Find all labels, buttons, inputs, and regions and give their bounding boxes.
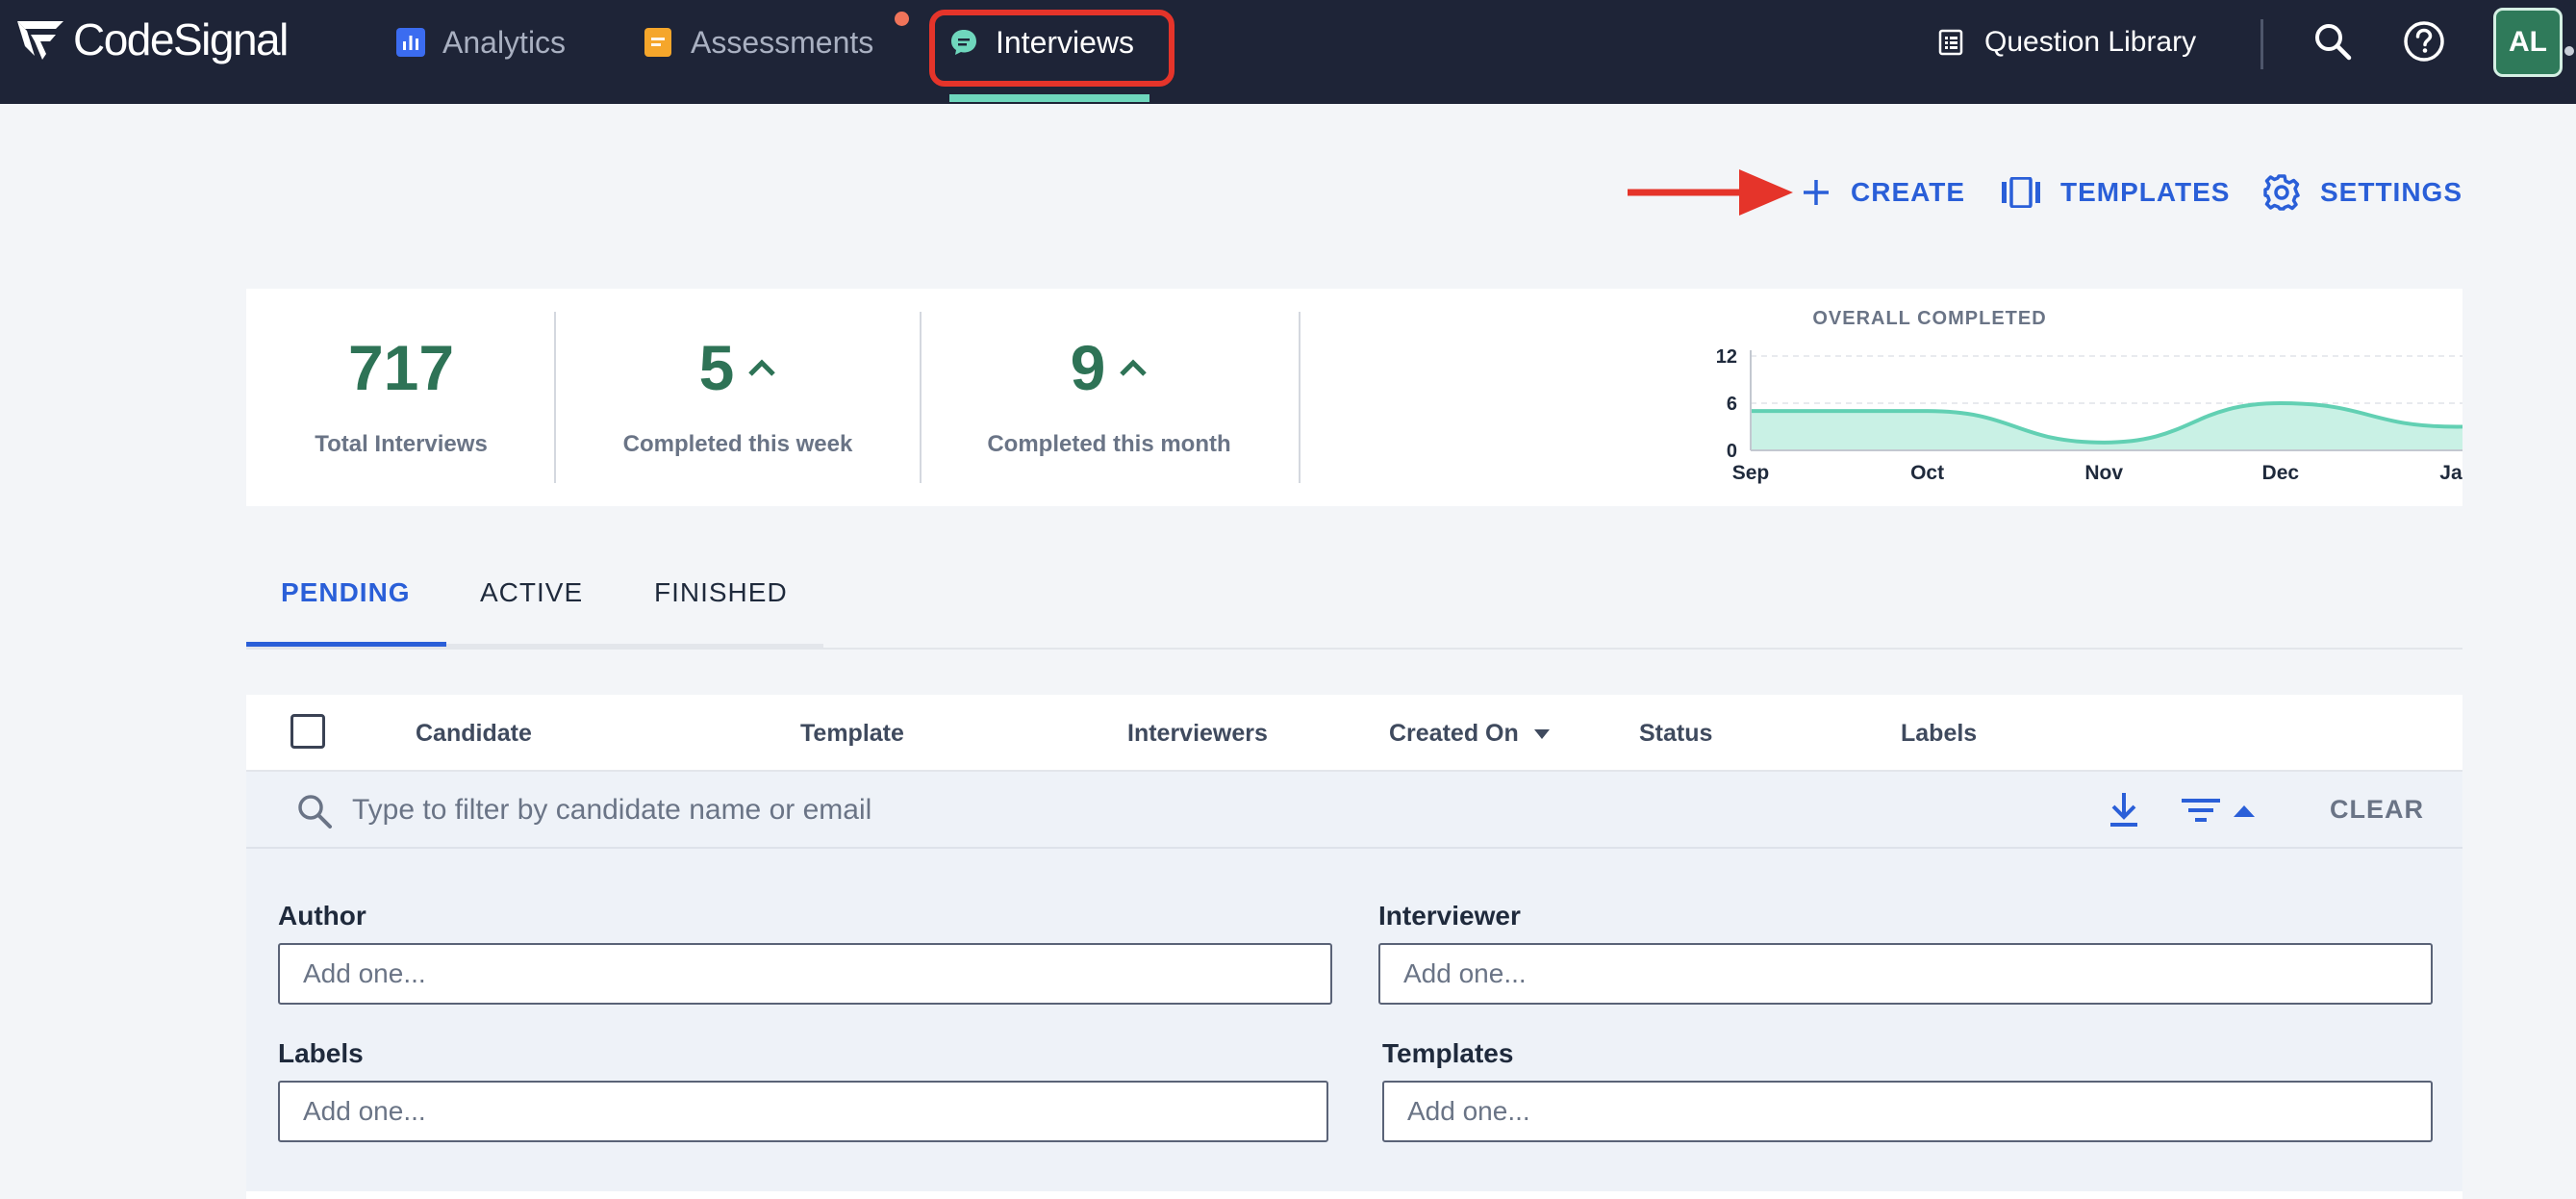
- author-input[interactable]: [278, 943, 1332, 1005]
- active-tab-indicator: [246, 642, 446, 647]
- interviewer-input[interactable]: [1378, 943, 2433, 1005]
- select-all-checkbox[interactable]: [290, 714, 325, 749]
- trend-up-icon: [1120, 359, 1148, 376]
- create-button[interactable]: CREATE: [1801, 169, 1965, 216]
- interviewer-label: Interviewer: [1378, 901, 1521, 931]
- settings-button[interactable]: SETTINGS: [2262, 169, 2462, 216]
- tab-pending[interactable]: PENDING: [281, 577, 411, 620]
- sort-down-icon: [1533, 728, 1550, 739]
- stat-completed-month: 9 Completed this month: [920, 289, 1299, 506]
- stat-value: 5: [698, 332, 735, 403]
- nav-assessments[interactable]: Assessments: [644, 0, 873, 85]
- column-label: Interviewers: [1127, 720, 1268, 747]
- avatar-status-dot: [2564, 46, 2574, 56]
- stat-label: Completed this month: [987, 431, 1231, 457]
- stat-divider: [1299, 312, 1301, 483]
- red-arrow-annotation: [1628, 169, 1793, 216]
- labels-input[interactable]: [278, 1081, 1328, 1142]
- filter-panel: CLEAR Author Interviewer Labels Template…: [246, 772, 2462, 1199]
- labels-label: Labels: [278, 1038, 364, 1068]
- tab-active[interactable]: ACTIVE: [480, 577, 583, 620]
- question-library-link[interactable]: Question Library: [1938, 0, 2196, 85]
- note-icon: [644, 28, 671, 57]
- nav-analytics[interactable]: Analytics: [396, 0, 566, 85]
- chart-y-tick-label: 12: [1716, 346, 1737, 368]
- templates-button[interactable]: TEMPLATES: [2001, 169, 2230, 216]
- table-header: Candidate Template Interviewers Created …: [246, 695, 2462, 772]
- stat-value: 9: [1070, 332, 1106, 403]
- settings-label: SETTINGS: [2320, 177, 2463, 207]
- stat-label: Total Interviews: [315, 431, 488, 457]
- brand-name: CodeSignal: [73, 14, 289, 64]
- nav-divider: [2260, 19, 2263, 69]
- search-icon: [298, 795, 332, 829]
- tab-finished[interactable]: FINISHED: [654, 577, 788, 620]
- panel-bottom-edge: [246, 1191, 2462, 1199]
- clear-filters-button[interactable]: CLEAR: [2330, 795, 2424, 825]
- column-header-template[interactable]: Template: [800, 720, 904, 748]
- templates-label: TEMPLATES: [2060, 177, 2231, 207]
- create-label: CREATE: [1851, 177, 1966, 207]
- bar-chart-icon: [396, 28, 425, 57]
- author-label: Author: [278, 901, 366, 931]
- codesignal-logo[interactable]: CodeSignal: [13, 13, 289, 65]
- candidate-search-input[interactable]: [352, 785, 1506, 835]
- chart-title: OVERALL COMPLETED: [1812, 308, 2047, 329]
- gear-icon: [2263, 174, 2300, 211]
- stat-completed-week: 5 Completed this week: [556, 289, 920, 506]
- filter-search-row: CLEAR: [246, 772, 2462, 849]
- column-header-interviewers[interactable]: Interviewers: [1127, 720, 1268, 748]
- stats-card: 717 Total Interviews 5 Completed this we…: [246, 289, 2462, 506]
- codesignal-logo-icon: [17, 21, 63, 60]
- tabs-baseline: [246, 648, 2462, 650]
- chart-x-tick-label: Dec: [2262, 462, 2300, 484]
- filter-icon: [2182, 799, 2220, 822]
- column-header-candidate[interactable]: Candidate: [416, 720, 532, 748]
- nav-assessments-label: Assessments: [691, 24, 874, 60]
- column-label: Template: [800, 720, 904, 747]
- stat-value: 717: [347, 332, 455, 403]
- chart-x-tick-label: Nov: [2084, 462, 2123, 484]
- column-header-status[interactable]: Status: [1639, 720, 1712, 748]
- chart-x-tick-label: Oct: [1910, 462, 1944, 484]
- user-avatar[interactable]: AL: [2493, 8, 2563, 77]
- column-header-labels[interactable]: Labels: [1901, 720, 1977, 748]
- question-library-label: Question Library: [1984, 26, 2197, 58]
- help-icon[interactable]: [2402, 19, 2446, 64]
- interviews-highlight-annotation: [929, 10, 1174, 87]
- chart-y-tick-label: 6: [1727, 394, 1737, 415]
- column-label: Status: [1639, 720, 1713, 747]
- filter-toggle-button[interactable]: [2182, 793, 2259, 828]
- top-navbar: CodeSignal Analytics Assessments Intervi…: [0, 0, 2576, 104]
- column-header-created-on[interactable]: Created On: [1389, 720, 1550, 748]
- chart-y-tick-label: 0: [1727, 441, 1737, 462]
- overall-completed-chart: 0612SepOctNovDecJanFeb: [1716, 346, 2462, 484]
- nav-analytics-label: Analytics: [442, 24, 567, 60]
- search-icon[interactable]: [2311, 19, 2355, 64]
- column-label: Candidate: [416, 720, 532, 747]
- column-label: Created On: [1389, 720, 1519, 747]
- notification-dot: [895, 12, 909, 26]
- stat-label: Completed this week: [622, 431, 853, 457]
- trend-up-icon: [748, 359, 776, 376]
- column-label: Labels: [1901, 720, 1978, 747]
- active-nav-indicator: [949, 94, 1149, 102]
- templates-filter-label: Templates: [1382, 1038, 1514, 1068]
- chevron-up-icon: [2234, 805, 2255, 817]
- stat-total-interviews: 717 Total Interviews: [246, 289, 556, 506]
- templates-input[interactable]: [1382, 1081, 2433, 1142]
- chart-x-tick-label: Sep: [1732, 462, 1770, 484]
- book-icon: [1938, 29, 1963, 56]
- chart-area: [1751, 403, 2462, 450]
- chart-x-tick-label: Jan: [2439, 462, 2462, 484]
- templates-icon: [2002, 177, 2040, 208]
- download-icon[interactable]: [2107, 791, 2141, 829]
- plus-icon: [1804, 180, 1829, 205]
